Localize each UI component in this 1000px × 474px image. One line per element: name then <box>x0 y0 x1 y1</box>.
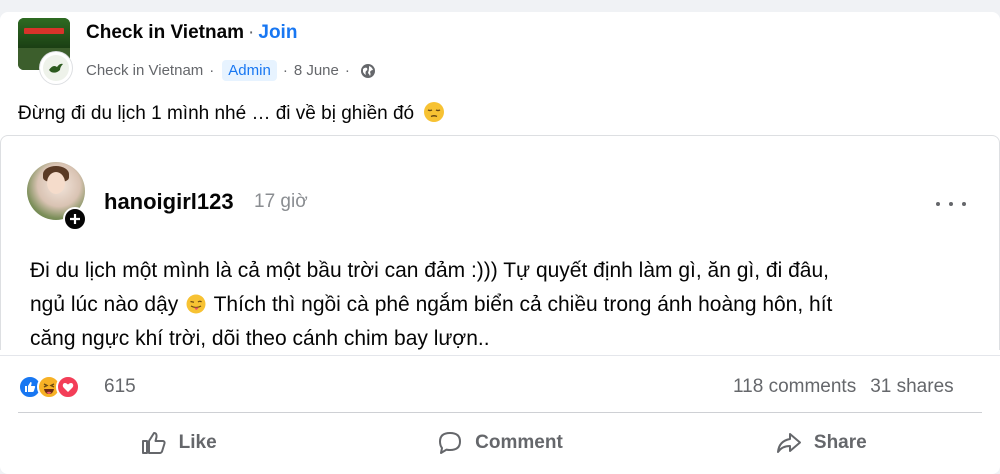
actions-divider <box>18 412 982 413</box>
meta-separator: · <box>344 62 350 79</box>
shared-text-line-2: ngủ lúc nào dậy Thích thì ngồi cà phê ng… <box>30 288 980 322</box>
shared-text-line: căng ngực khí trời, dõi theo cánh chim b… <box>30 327 490 350</box>
avatar-face <box>47 172 65 194</box>
shares-count-link[interactable]: 31 shares <box>870 376 953 397</box>
more-dot-icon <box>936 202 940 206</box>
plus-icon <box>70 214 80 224</box>
reactions-summary[interactable] <box>18 375 80 399</box>
shared-text-segment: Thích thì ngồi cà phê ngắm biển cả chiều… <box>213 293 833 316</box>
comments-count-link[interactable]: 118 comments <box>733 376 856 397</box>
shared-username[interactable]: hanoigirl123 <box>104 189 234 215</box>
action-bar: Like Comment Share <box>18 418 982 468</box>
comment-icon <box>439 432 462 454</box>
shared-text-line: Đi du lịch một mình là cả một bầu trời c… <box>30 259 829 282</box>
title-separator: · <box>248 22 255 43</box>
admin-badge: Admin <box>222 60 277 81</box>
more-options-button[interactable] <box>936 194 966 214</box>
share-button[interactable]: Share <box>661 418 982 468</box>
join-button[interactable]: Join <box>258 22 297 43</box>
follow-button[interactable] <box>63 207 87 231</box>
meta-separator: · <box>209 62 215 79</box>
shared-text-segment: ngủ lúc nào dậy <box>30 293 179 316</box>
shared-post-time[interactable]: 17 giờ <box>254 191 308 213</box>
group-name-link[interactable]: Check in Vietnam <box>86 22 244 43</box>
reaction-count[interactable]: 615 <box>104 376 136 398</box>
post-text-content: Đừng đi du lịch 1 mình nhé … đi về bị gh… <box>18 103 415 124</box>
author-avatar-logo <box>43 55 69 81</box>
author-name-link[interactable]: Check in Vietnam <box>86 62 203 79</box>
post-text: Đừng đi du lịch 1 mình nhé … đi về bị gh… <box>18 101 445 125</box>
thumbs-up-icon <box>25 382 36 392</box>
share-button-label: Share <box>813 432 867 453</box>
comment-button-label: Comment <box>475 432 563 453</box>
love-reaction-icon <box>56 375 80 399</box>
shared-post-text: Đi du lịch một mình là cả một bầu trời c… <box>30 254 980 356</box>
comment-button[interactable]: Comment <box>339 418 660 468</box>
meta-separator: · <box>282 62 288 79</box>
bird-logo-icon <box>49 63 63 73</box>
engagement-stats: 118 comments 31 shares <box>733 376 954 398</box>
post-date-link[interactable]: 8 June <box>294 62 339 79</box>
winking-tongue-face-icon <box>186 294 206 314</box>
group-title: Check in Vietnam · Join <box>86 22 297 44</box>
more-dot-icon <box>949 202 953 206</box>
like-button-label: Like <box>178 432 217 453</box>
like-icon <box>141 432 166 454</box>
more-dot-icon <box>962 202 966 206</box>
group-avatar-stripe <box>24 28 64 34</box>
post-meta: Check in Vietnam · Admin · 8 June · <box>86 60 376 81</box>
author-avatar[interactable] <box>40 52 72 84</box>
shared-divider <box>0 355 1000 356</box>
globe-icon[interactable] <box>360 63 376 79</box>
pensive-face-icon <box>424 102 445 122</box>
share-icon <box>776 433 801 453</box>
like-button[interactable]: Like <box>18 418 339 468</box>
heart-icon <box>62 382 74 392</box>
